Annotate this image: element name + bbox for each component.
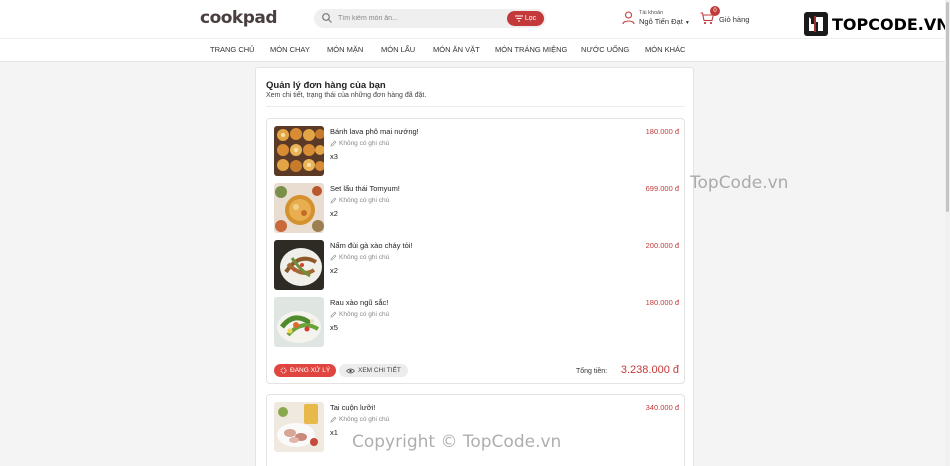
order-footer: ĐANG XỬ LÝ XEM CHI TIẾT Tổng tiền: 3.238… [274, 363, 679, 379]
item-quantity: x2 [330, 209, 338, 218]
view-detail-button[interactable]: XEM CHI TIẾT [339, 364, 408, 377]
item-name: Set lẩu thái Tomyum! [330, 184, 400, 193]
watermark: TopCode.vn [690, 173, 789, 193]
filter-label: Lọc [524, 15, 537, 22]
order-item: Bánh lava phô mai nướng! Không có ghi ch… [274, 126, 679, 178]
order-item: Set lẩu thái Tomyum! Không có ghi chú x2… [274, 183, 679, 235]
nav-item-snacks[interactable]: MÓN ĂN VẶT [433, 45, 480, 54]
total-value: 3.238.000 đ [620, 364, 679, 376]
search-bar[interactable]: Lọc [314, 9, 546, 28]
item-note: Không có ghi chú [330, 254, 389, 261]
nav-item-vegetarian[interactable]: MÓN CHAY [270, 45, 310, 54]
cheese-lava-cakes-image [274, 126, 324, 176]
status-badge[interactable]: ĐANG XỬ LÝ [274, 364, 337, 377]
site-header: cookpad Lọc Tài khoản Ngô Tiến Đạt ▼ [0, 0, 950, 62]
item-note: Không có ghi chú [330, 140, 389, 147]
order-card: Tai cuộn lưỡi! Không có ghi chú x1 340.0… [266, 394, 685, 466]
account-label: Tài khoản [639, 10, 664, 16]
total-label: Tổng tiền: [576, 368, 608, 375]
item-name: Tai cuộn lưỡi! [330, 403, 376, 412]
copyright-watermark: Copyright © TopCode.vn [352, 432, 562, 452]
item-note: Không có ghi chú [330, 197, 389, 204]
topcode-brand: TOPCODE.VN [803, 11, 950, 37]
nav-item-hotpot[interactable]: MÓN LẨU [381, 45, 415, 54]
item-quantity: x1 [330, 428, 338, 437]
item-note-text: Không có ghi chú [339, 197, 390, 204]
item-name: Nấm đùi gà xào cháy tỏi! [330, 241, 413, 250]
brand-text: TOPCODE.VN [832, 14, 950, 34]
account-name[interactable]: Ngô Tiến Đạt ▼ [639, 17, 690, 26]
cart-label: Giỏ hàng [719, 15, 750, 24]
item-quantity: x2 [330, 266, 338, 275]
item-note-text: Không có ghi chú [339, 311, 390, 318]
item-price: 340.000 đ [645, 403, 679, 412]
item-quantity: x5 [330, 323, 338, 332]
page-subtitle: Xem chi tiết, trạng thái của những đơn h… [266, 92, 427, 99]
topcode-logo-icon [804, 12, 828, 36]
spinner-icon [280, 367, 287, 374]
item-price: 200.000 đ [645, 241, 679, 250]
item-name: Bánh lava phô mai nướng! [330, 127, 419, 136]
item-note-text: Không có ghi chú [339, 140, 390, 147]
pencil-icon [330, 416, 337, 423]
scrollbar-thumb[interactable] [946, 2, 949, 212]
page-title: Quản lý đơn hàng của bạn [266, 80, 386, 91]
nav-item-home[interactable]: TRANG CHỦ [210, 45, 255, 54]
order-item: Rau xào ngũ sắc! Không có ghi chú x5 180… [274, 297, 679, 349]
garlic-mushroom-image [274, 240, 324, 290]
item-price: 180.000 đ [645, 298, 679, 307]
nav-item-desserts[interactable]: MÓN TRÁNG MIỆNG [495, 45, 567, 54]
nav-item-other[interactable]: MÓN KHÁC [645, 45, 685, 54]
cart-button[interactable]: 0 Giỏ hàng [700, 6, 760, 30]
search-icon [322, 13, 332, 23]
pencil-icon [330, 140, 337, 147]
pencil-icon [330, 197, 337, 204]
nav-item-drinks[interactable]: NƯỚC UỐNG [581, 45, 629, 54]
item-note: Không có ghi chú [330, 416, 389, 423]
user-icon [622, 11, 635, 25]
stir-fried-vegetables-image [274, 297, 324, 347]
pencil-icon [330, 254, 337, 261]
item-note-text: Không có ghi chú [339, 254, 390, 261]
tomyum-hotpot-image [274, 183, 324, 233]
status-label: ĐANG XỬ LÝ [290, 367, 331, 374]
item-quantity: x3 [330, 152, 338, 161]
filter-icon [514, 15, 523, 22]
item-note-text: Không có ghi chú [339, 416, 390, 423]
site-logo[interactable]: cookpad [200, 8, 278, 28]
pencil-icon [330, 311, 337, 318]
eye-icon [346, 368, 355, 373]
view-detail-label: XEM CHI TIẾT [358, 367, 401, 374]
nav-item-savory[interactable]: MÓN MẶN [327, 45, 363, 54]
order-item: Nấm đùi gà xào cháy tỏi! Không có ghi ch… [274, 240, 679, 292]
caret-down-icon: ▼ [684, 20, 690, 26]
item-price: 699.000 đ [645, 184, 679, 193]
filter-button[interactable]: Lọc [507, 11, 544, 26]
main-nav: TRANG CHỦ MÓN CHAY MÓN MẶN MÓN LẨU MÓN Ă… [0, 38, 950, 62]
search-input[interactable] [338, 11, 508, 26]
ear-tongue-roll-image [274, 402, 324, 452]
item-name: Rau xào ngũ sắc! [330, 298, 389, 307]
item-price: 180.000 đ [645, 127, 679, 136]
order-card: Bánh lava phô mai nướng! Không có ghi ch… [266, 118, 685, 384]
item-note: Không có ghi chú [330, 311, 389, 318]
divider [266, 106, 685, 107]
orders-panel: Quản lý đơn hàng của bạn Xem chi tiết, t… [255, 67, 694, 466]
account-name-text: Ngô Tiến Đạt [639, 17, 683, 26]
page-scrollbar[interactable] [945, 0, 950, 466]
